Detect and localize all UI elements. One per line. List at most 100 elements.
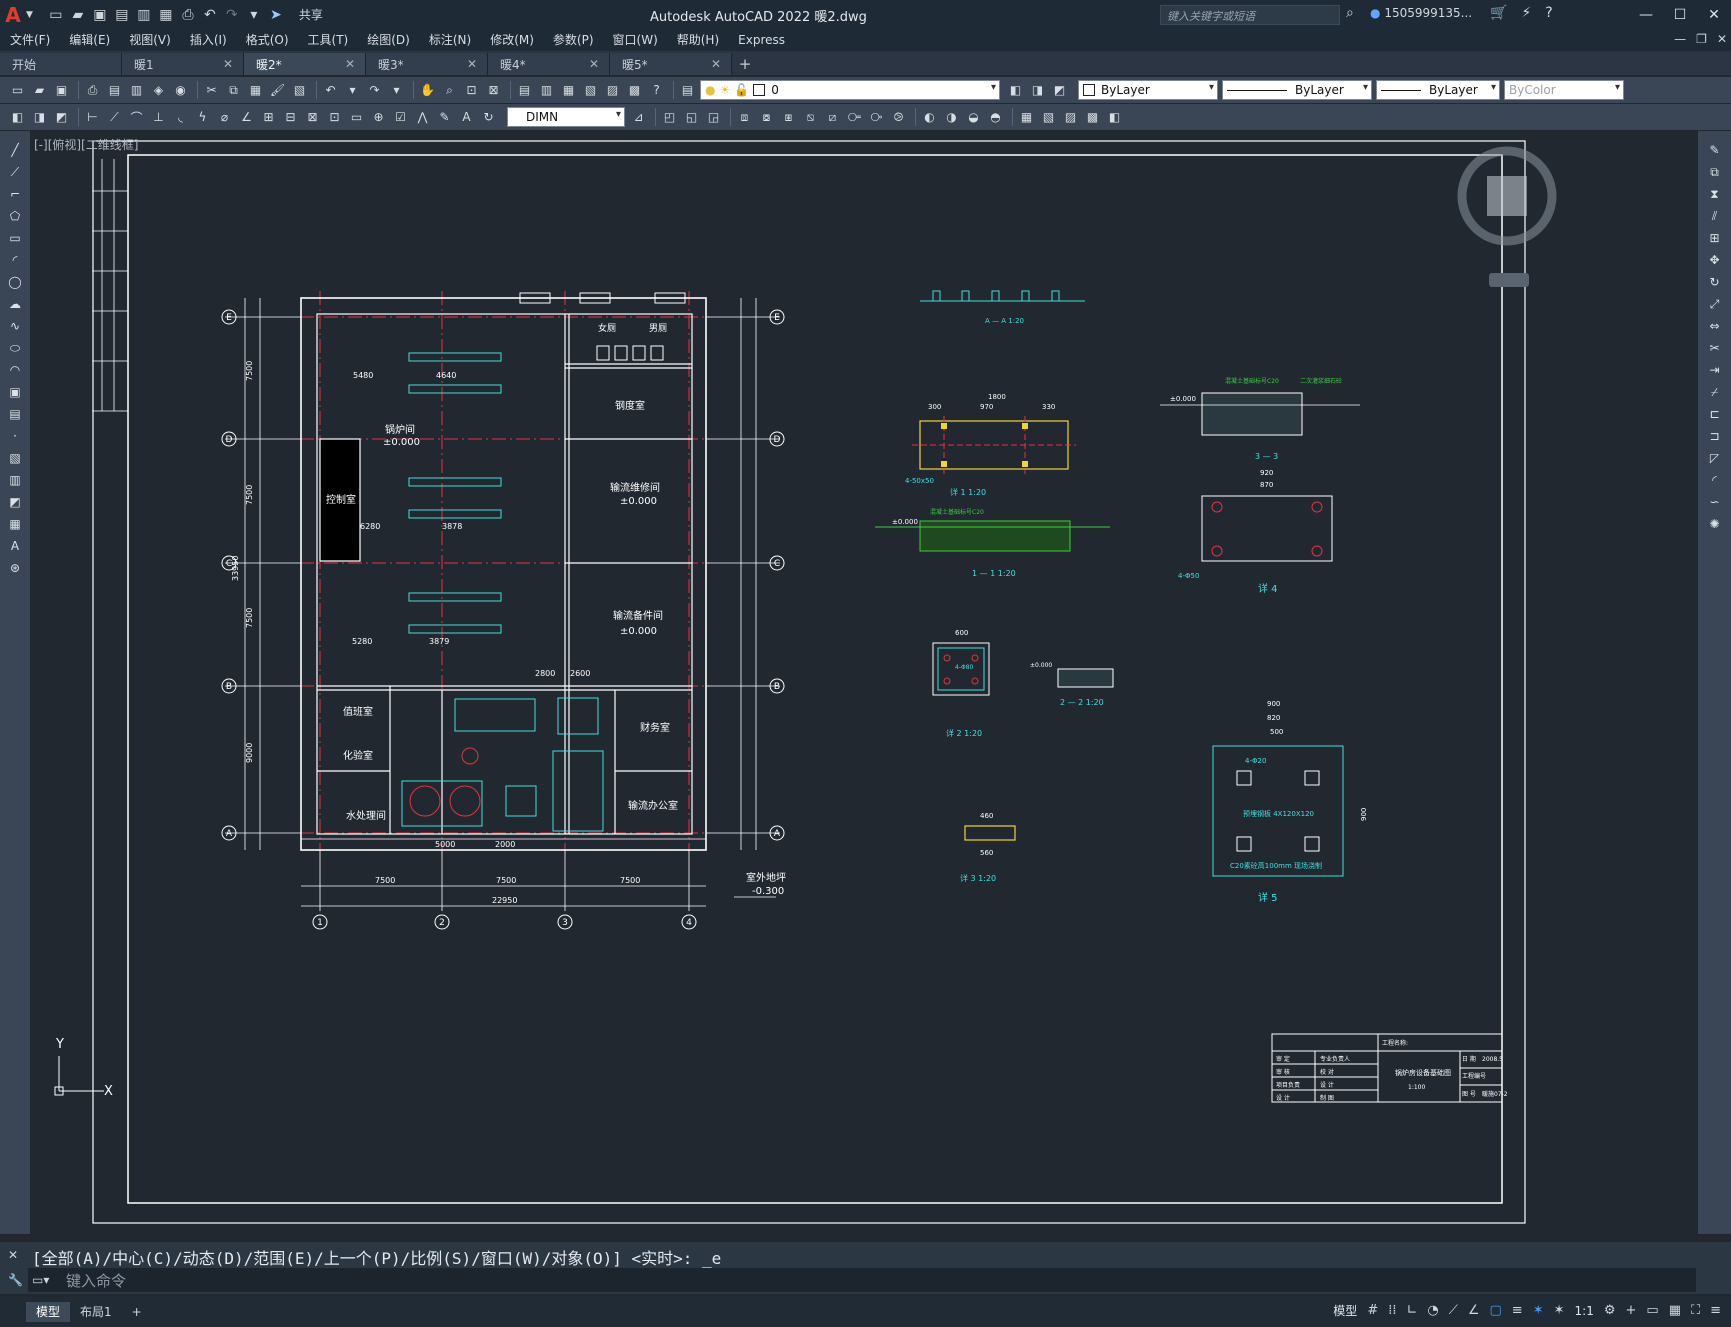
menu-format[interactable]: 格式(O)	[236, 29, 298, 51]
menu-help[interactable]: 帮助(H)	[667, 29, 728, 51]
rectangle-icon[interactable]: ▭	[5, 229, 25, 247]
plotstyle-dropdown[interactable]: ByColor ▾	[1504, 80, 1624, 100]
model-space-button[interactable]: 模型	[1333, 1302, 1357, 1319]
clip-icon[interactable]: ◑	[942, 108, 961, 127]
recent-commands-icon[interactable]: ▭▾	[32, 1273, 49, 1287]
attach-icon[interactable]: ▧	[1039, 108, 1058, 127]
group-icon[interactable]: ⧈	[735, 108, 754, 127]
wcs-menu-button[interactable]	[1489, 273, 1529, 287]
web-save-icon[interactable]: ▦	[157, 6, 175, 24]
viewcube[interactable]	[1457, 146, 1557, 246]
diameter-dim-icon[interactable]: ⌀	[215, 108, 234, 127]
customization-icon[interactable]: ≡	[1710, 1303, 1721, 1318]
match-properties-icon[interactable]: 🖌	[268, 81, 287, 100]
ortho-icon[interactable]: ∟	[1406, 1303, 1417, 1318]
markup-icon[interactable]: ▨	[603, 81, 622, 100]
layer-walk-icon[interactable]: ◩	[52, 108, 71, 127]
bring-dims-icon[interactable]: ⧃	[845, 108, 864, 127]
fillet-icon[interactable]: ◜	[1705, 471, 1725, 489]
close-tab-icon[interactable]: ✕	[467, 57, 477, 71]
layer-dropdown[interactable]: ● ☀ 🔓 0 ▾	[700, 80, 1000, 100]
units-icon[interactable]: ▭	[1646, 1303, 1658, 1318]
draworder-front-icon[interactable]: ◰	[660, 108, 679, 127]
close-tab-icon[interactable]: ✕	[223, 57, 233, 71]
isodraft-icon[interactable]: ⟋	[1449, 1303, 1458, 1318]
dim-update-icon[interactable]: ↻	[479, 108, 498, 127]
ole-icon[interactable]: ◧	[1105, 108, 1124, 127]
stretch-icon[interactable]: ⇔	[1705, 317, 1725, 335]
menu-insert[interactable]: 插入(I)	[180, 29, 236, 51]
add-selected-icon[interactable]: ⊛	[5, 559, 25, 577]
ellipse-arc-icon[interactable]: ◠	[5, 361, 25, 379]
redo-list-icon[interactable]: ▾	[387, 81, 406, 100]
aligned-dim-icon[interactable]: ⟋	[105, 108, 124, 127]
maximize-button[interactable]: ☐	[1663, 0, 1697, 29]
layout-tab-layout1[interactable]: 布局1	[70, 1302, 122, 1322]
construction-line-icon[interactable]: ⟋	[5, 163, 25, 181]
web-open-icon[interactable]: ▥	[135, 6, 153, 24]
break-icon[interactable]: ⊏	[1705, 405, 1725, 423]
angular-dim-icon[interactable]: ∠	[237, 108, 256, 127]
help-icon[interactable]: ?	[1545, 5, 1552, 21]
rotate-icon[interactable]: ↻	[1705, 273, 1725, 291]
color-dropdown[interactable]: ByLayer ▾	[1078, 80, 1218, 100]
new-tab-button[interactable]: +	[732, 53, 758, 75]
help-icon[interactable]: ?	[647, 81, 666, 100]
menu-draw[interactable]: 绘图(D)	[357, 29, 419, 51]
undo-icon[interactable]: ↶	[201, 6, 219, 24]
layout-tab-model[interactable]: 模型	[26, 1302, 71, 1322]
close-tab-icon[interactable]: ✕	[711, 57, 721, 71]
insert-block-icon[interactable]: ▦	[1017, 108, 1036, 127]
explode-icon[interactable]: ✺	[1705, 515, 1725, 533]
share-button[interactable]: 共享	[299, 6, 323, 23]
underlay-icon[interactable]: ▩	[1083, 108, 1102, 127]
save-icon[interactable]: ▣	[91, 6, 109, 24]
close-tab-icon[interactable]: ✕	[345, 57, 355, 71]
plot-icon[interactable]: ⎙	[179, 6, 197, 24]
dim-edit-icon[interactable]: ✎	[435, 108, 454, 127]
undo-icon[interactable]: ↶	[321, 81, 340, 100]
line-icon[interactable]: ╱	[5, 141, 25, 159]
erase-icon[interactable]: ✎	[1705, 141, 1725, 159]
linetype-dropdown[interactable]: ByLayer ▾	[1222, 80, 1372, 100]
doc-minimize-button[interactable]: —	[1674, 32, 1686, 46]
undo-list-icon[interactable]: ▾	[343, 81, 362, 100]
center-mark-icon[interactable]: ⊕	[369, 108, 388, 127]
command-input[interactable]: 键入命令	[66, 1270, 126, 1291]
layer-lock-icon[interactable]: 🔓	[734, 83, 749, 97]
inspection-icon[interactable]: ☑	[391, 108, 410, 127]
viewport-controls[interactable]: [-][俯视][二维线框]	[34, 136, 138, 153]
quick-dim-icon[interactable]: ⊞	[259, 108, 278, 127]
frame-icon[interactable]: ◓	[986, 108, 1005, 127]
adjust-icon[interactable]: ◒	[964, 108, 983, 127]
3d-print-icon[interactable]: ◈	[149, 81, 168, 100]
menu-view[interactable]: 视图(V)	[119, 29, 180, 51]
group-edit-icon[interactable]: ⧆	[779, 108, 798, 127]
table-icon[interactable]: ▦	[5, 515, 25, 533]
dimstyle-manager-icon[interactable]: ⊿	[629, 108, 648, 127]
ungroup-icon[interactable]: ⧇	[757, 108, 776, 127]
sheet-set-icon[interactable]: ▧	[581, 81, 600, 100]
trim-icon[interactable]: ✂	[1705, 339, 1725, 357]
image-icon[interactable]: ▨	[1061, 108, 1080, 127]
close-button[interactable]: ✕	[1697, 0, 1731, 29]
send-hatch-icon[interactable]: ⧁	[889, 108, 908, 127]
design-center-icon[interactable]: ▥	[537, 81, 556, 100]
xref-icon[interactable]: ◐	[920, 108, 939, 127]
properties-icon[interactable]: ▤	[515, 81, 534, 100]
tool-palettes-icon[interactable]: ▦	[559, 81, 578, 100]
spline-icon[interactable]: ∿	[5, 317, 25, 335]
lineweight-dropdown[interactable]: ByLayer ▾	[1376, 80, 1500, 100]
redo-icon[interactable]: ↷	[365, 81, 384, 100]
group-select-icon[interactable]: ⧅	[801, 108, 820, 127]
layer-properties-icon[interactable]: ▤	[678, 81, 697, 100]
redo-icon[interactable]: ↷	[223, 6, 241, 24]
menu-window[interactable]: 窗口(W)	[603, 29, 667, 51]
app-menu-button[interactable]: A	[0, 0, 26, 29]
layer-match-icon[interactable]: ◧	[8, 108, 27, 127]
ellipse-icon[interactable]: ⬭	[5, 339, 25, 357]
cart-icon[interactable]: 🛒	[1490, 5, 1507, 21]
gradient-icon[interactable]: ▥	[5, 471, 25, 489]
copy-icon[interactable]: ⧉	[224, 81, 243, 100]
cut-icon[interactable]: ✂	[202, 81, 221, 100]
